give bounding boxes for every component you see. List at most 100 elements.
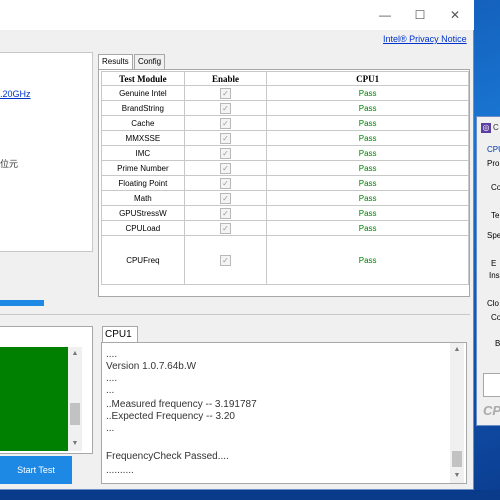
enable-cell: ✓ xyxy=(183,190,268,206)
main-window: — ☐ ✕ Intel® Privacy Notice .20GHz 位元 ▲ … xyxy=(0,0,474,490)
divider xyxy=(0,314,470,315)
log-line: ..Measured frequency -- 3.191787 xyxy=(106,399,257,410)
enable-cell: ✓ xyxy=(183,235,268,285)
enable-cell: ✓ xyxy=(183,130,268,146)
right-label: Clo xyxy=(487,299,500,308)
scroll-thumb[interactable] xyxy=(70,403,80,425)
right-label: B xyxy=(495,339,500,348)
title-bar: — ☐ ✕ xyxy=(0,0,474,30)
results-table-container: Test Module Enable CPU1 Genuine Intel ✓ Pa… xyxy=(98,69,470,297)
enable-cell: ✓ xyxy=(183,160,268,176)
column-header-enable: Enable xyxy=(183,71,268,86)
result-cell: Pass xyxy=(266,160,469,176)
result-cell: Pass xyxy=(266,220,469,236)
test-module-cell: Floating Point xyxy=(101,175,185,191)
log-line: .... xyxy=(106,373,118,384)
close-button[interactable]: ✕ xyxy=(440,6,470,24)
right-label: Pro xyxy=(487,159,500,168)
column-header-cpu1: CPU1 xyxy=(266,71,469,86)
test-module-cell: BrandString xyxy=(101,100,185,116)
enable-checkbox[interactable]: ✓ xyxy=(220,177,232,189)
result-cell: Pass xyxy=(266,85,469,101)
result-cell: Pass xyxy=(266,145,469,161)
enable-checkbox[interactable]: ✓ xyxy=(220,87,232,99)
privacy-notice-link[interactable]: Intel® Privacy Notice xyxy=(383,34,467,44)
test-module-cell: Prime Number xyxy=(101,160,185,176)
start-test-button[interactable]: Start Test xyxy=(0,456,72,484)
status-box: ▲ ▼ xyxy=(0,326,93,454)
enable-checkbox[interactable]: ✓ xyxy=(220,222,232,234)
test-module-cell: Math xyxy=(101,190,185,206)
log-line: .......... xyxy=(106,465,134,476)
test-module-cell: CPULoad xyxy=(101,220,185,236)
result-cell: Pass xyxy=(266,100,469,116)
status-scrollbar[interactable]: ▲ ▼ xyxy=(68,347,82,451)
log-scrollbar[interactable]: ▲ ▼ xyxy=(450,343,464,483)
enable-cell: ✓ xyxy=(183,145,268,161)
result-cell: Pass xyxy=(266,175,469,191)
enable-cell: ✓ xyxy=(183,220,268,236)
enable-checkbox[interactable]: ✓ xyxy=(220,254,232,266)
right-label: Co xyxy=(491,313,500,322)
result-cell: Pass xyxy=(266,190,469,206)
log-line: ..Expected Frequency -- 3.20 xyxy=(106,411,235,422)
minimize-button[interactable]: — xyxy=(370,6,400,24)
tab-cpu1[interactable]: CPU1 xyxy=(102,326,138,342)
test-module-cell: Cache xyxy=(101,115,185,131)
table-row: Cache ✓ Pass xyxy=(101,115,469,131)
enable-cell: ✓ xyxy=(183,100,268,116)
test-module-cell: MMXSSE xyxy=(101,130,185,146)
app-icon: ◎ xyxy=(481,123,491,133)
table-row: Genuine Intel ✓ Pass xyxy=(101,85,469,101)
scroll-thumb[interactable] xyxy=(452,451,462,467)
frequency-link[interactable]: .20GHz xyxy=(0,89,31,99)
table-header-row: Test Module Enable CPU1 xyxy=(101,71,469,86)
maximize-button[interactable]: ☐ xyxy=(405,6,435,24)
enable-checkbox[interactable]: ✓ xyxy=(220,147,232,159)
enable-checkbox[interactable]: ✓ xyxy=(220,162,232,174)
enable-checkbox[interactable]: ✓ xyxy=(220,117,232,129)
enable-checkbox[interactable]: ✓ xyxy=(220,132,232,144)
table-row: IMC ✓ Pass xyxy=(101,145,469,161)
right-label: E xyxy=(491,259,497,268)
result-cell: Pass xyxy=(266,115,469,131)
right-label: CPU xyxy=(487,145,500,154)
secondary-window[interactable]: ◎ C CPU Pro Co Te Spe E Ins Clo Co B CPU xyxy=(476,116,500,426)
enable-cell: ✓ xyxy=(183,205,268,221)
table-row: Prime Number ✓ Pass xyxy=(101,160,469,176)
unit-text: 位元 xyxy=(0,159,19,169)
test-module-cell: Genuine Intel xyxy=(101,85,185,101)
table-row: Math ✓ Pass xyxy=(101,190,469,206)
processor-info-panel: .20GHz 位元 xyxy=(0,52,93,252)
table-row: Floating Point ✓ Pass xyxy=(101,175,469,191)
tab-config[interactable]: Config xyxy=(134,54,166,69)
enable-checkbox[interactable]: ✓ xyxy=(220,207,232,219)
enable-cell: ✓ xyxy=(183,85,268,101)
scroll-down-icon[interactable]: ▼ xyxy=(451,471,463,481)
table-row: GPUStressW ✓ Pass xyxy=(101,205,469,221)
table-row: CPULoad ✓ Pass xyxy=(101,220,469,236)
log-line: FrequencyCheck Passed.... xyxy=(106,451,229,462)
right-label: Spe xyxy=(487,231,500,240)
enable-checkbox[interactable]: ✓ xyxy=(220,192,232,204)
test-module-cell: GPUStressW xyxy=(101,205,185,221)
test-module-cell: CPUFreq xyxy=(101,235,185,285)
scroll-down-icon[interactable]: ▼ xyxy=(69,439,81,449)
table-row: BrandString ✓ Pass xyxy=(101,100,469,116)
result-cell: Pass xyxy=(266,235,469,285)
column-header-test-module: Test Module xyxy=(101,71,185,86)
result-cell: Pass xyxy=(266,130,469,146)
scroll-up-icon[interactable]: ▲ xyxy=(69,349,81,359)
test-module-cell: IMC xyxy=(101,145,185,161)
results-table: Test Module Enable CPU1 Genuine Intel ✓ Pa… xyxy=(101,71,469,285)
right-label: Ins xyxy=(489,271,500,280)
window-title: C xyxy=(493,123,499,132)
right-label: Te xyxy=(491,211,500,220)
tab-results[interactable]: Results xyxy=(98,54,133,70)
right-button[interactable] xyxy=(483,373,500,397)
table-row: CPUFreq ✓ Pass xyxy=(101,235,469,285)
enable-cell: ✓ xyxy=(183,115,268,131)
scroll-up-icon[interactable]: ▲ xyxy=(451,345,463,355)
log-line: .... xyxy=(106,349,118,360)
enable-checkbox[interactable]: ✓ xyxy=(220,102,232,114)
